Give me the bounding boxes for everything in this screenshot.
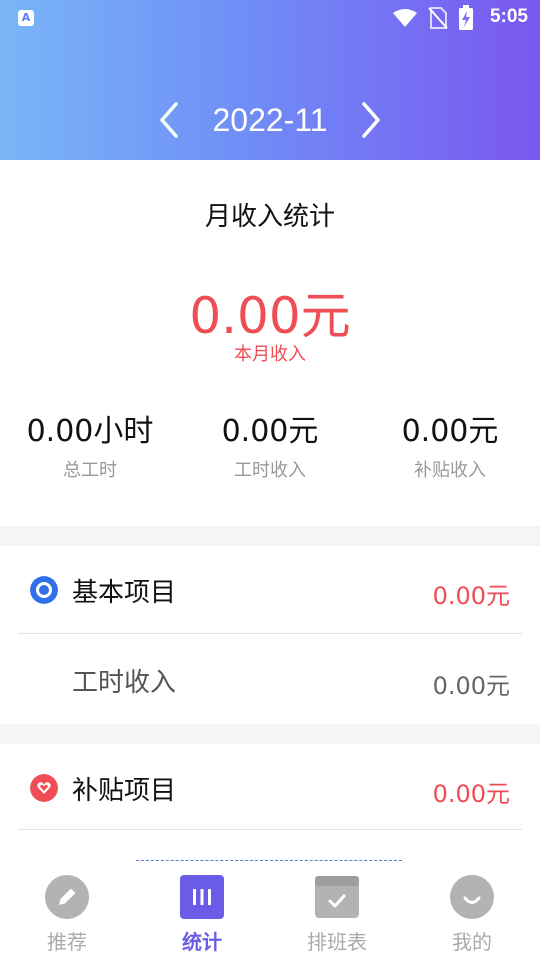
tab-statistics[interactable]: 统计	[157, 874, 247, 955]
current-month: 2022-11	[212, 102, 328, 138]
subsidy-items-row[interactable]: 补贴项目 0.00元	[0, 744, 540, 832]
bottom-tab-bar: 推荐 统计 排班表 我的	[0, 860, 540, 960]
no-sim-icon	[428, 7, 448, 29]
monthly-income-amount: 0.00元	[189, 287, 351, 345]
pencil-icon	[45, 875, 89, 919]
stat-value: 0.00元	[401, 414, 499, 449]
chevron-left-icon[interactable]	[150, 98, 190, 144]
tab-label: 排班表	[307, 930, 367, 954]
stat-label: 工时收入	[234, 460, 306, 481]
header: A 5:05 2022-11	[0, 0, 540, 160]
tab-mine[interactable]: 我的	[427, 874, 517, 955]
stat-value: 0.00元	[221, 414, 319, 449]
clock: 5:05	[489, 6, 528, 27]
hour-income-label: 工时收入	[72, 668, 177, 698]
stat-subsidy-income: 0.00元 补贴收入	[360, 406, 540, 482]
stats-icon	[180, 875, 224, 919]
target-icon	[30, 576, 58, 604]
heart-icon	[30, 774, 58, 802]
monthly-income-label: 本月收入	[234, 344, 306, 365]
stat-value: 0.00小时	[26, 414, 154, 449]
tab-label: 我的	[452, 930, 492, 954]
chevron-right-icon[interactable]	[352, 98, 392, 144]
basic-items-label: 基本项目	[72, 578, 177, 608]
tab-label: 推荐	[47, 930, 87, 954]
tab-label: 统计	[182, 930, 222, 954]
month-navigator: 2022-11	[0, 96, 540, 148]
divider	[18, 829, 522, 830]
stat-label: 补贴收入	[414, 460, 486, 481]
subsidy-items-label: 补贴项目	[72, 776, 177, 806]
app-notification-icon: A	[18, 10, 34, 26]
section-gap	[0, 526, 540, 546]
summary-title: 月收入统计	[204, 202, 335, 232]
tab-schedule[interactable]: 排班表	[292, 874, 382, 955]
basic-items-value: 0.00元	[432, 582, 510, 610]
divider	[18, 633, 522, 634]
dashed-separator	[136, 860, 402, 861]
stat-total-hours: 0.00小时 总工时	[0, 406, 180, 482]
smile-icon	[450, 875, 494, 919]
calendar-icon	[315, 876, 359, 918]
subsidy-items-value: 0.00元	[432, 780, 510, 808]
stat-hour-income: 0.00元 工时收入	[180, 406, 360, 482]
battery-charging-icon	[459, 5, 473, 30]
status-bar: A 5:05	[0, 0, 540, 36]
basic-items-row[interactable]: 基本项目 0.00元	[0, 546, 540, 634]
section-gap	[0, 724, 540, 744]
hour-income-value: 0.00元	[432, 672, 510, 700]
stat-label: 总工时	[63, 460, 117, 481]
wifi-icon	[393, 9, 417, 27]
tab-recommend[interactable]: 推荐	[22, 874, 112, 955]
hour-income-row[interactable]: 工时收入 0.00元	[0, 636, 540, 724]
